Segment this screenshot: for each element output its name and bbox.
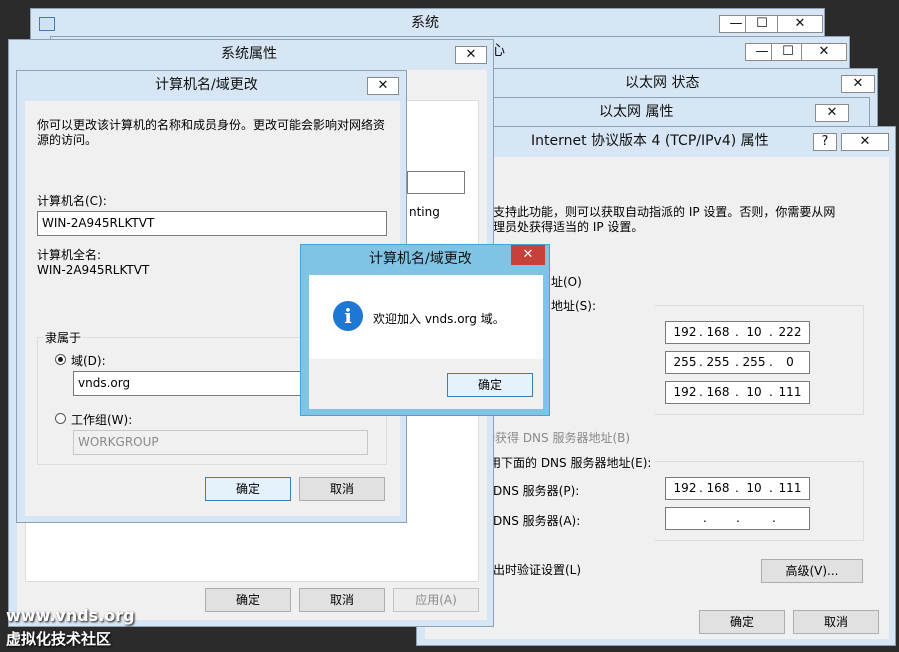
watermark-url: www.vnds.org	[6, 606, 135, 625]
full-name-value: WIN-2A945RLKTVT	[37, 263, 150, 277]
ethernet-status-close-button[interactable]: ✕	[841, 75, 875, 93]
validate-on-exit-checkbox[interactable]: 出时验证设置(L)	[493, 561, 581, 578]
subnet-mask-field[interactable]: 255. 255. 255. 0	[665, 351, 810, 374]
ethernet-properties-close-button[interactable]: ✕	[815, 104, 849, 122]
ipv4-help-button[interactable]: ?	[813, 133, 837, 151]
welcome-close-button[interactable]: ✕	[511, 245, 545, 265]
subnet-mask-octet-2: 255	[706, 355, 730, 369]
ipv4-title: Internet 协议版本 4 (TCP/IPv4) 属性	[531, 133, 769, 149]
preferred-dns-octet-4: 111	[778, 481, 802, 495]
system-properties-apply-button[interactable]: 应用(A)	[393, 588, 479, 612]
ip-address-octet-4: 222	[778, 325, 802, 339]
computer-name-desc-line2: 源的访问。	[37, 133, 98, 147]
domain-label: 域(D):	[71, 354, 106, 368]
welcome-ok-button[interactable]: 确定	[447, 373, 533, 397]
preferred-dns-octet-3: 10	[746, 481, 762, 495]
use-ip-option[interactable]: 地址(S):	[551, 297, 596, 314]
system-maximize-button[interactable]: ☐	[745, 15, 779, 33]
system-properties-title: 系统属性	[221, 46, 277, 62]
info-icon: i	[333, 301, 363, 331]
welcome-dialog-title: 计算机名/域更改	[369, 251, 472, 267]
system-properties-close-button[interactable]: ✕	[455, 46, 487, 64]
subnet-mask-octet-1: 255	[673, 355, 697, 369]
ip-address-octet-3: 10	[746, 325, 762, 339]
system-properties-ok-button[interactable]: 确定	[205, 588, 291, 612]
workgroup-label: 工作组(W):	[71, 413, 133, 427]
auto-dns-option[interactable]: 动获得 DNS 服务器地址(B)	[483, 429, 630, 446]
ethernet-status-title: 以太网 状态	[625, 75, 700, 91]
network-center-maximize-button[interactable]: ☐	[771, 43, 805, 61]
subnet-mask-octet-4: 0	[786, 355, 794, 369]
system-close-button[interactable]: ✕	[777, 15, 823, 33]
preferred-dns-octet-1: 192	[673, 481, 697, 495]
preferred-dns-label: DNS 服务器(P):	[493, 484, 580, 498]
system-properties-partial-text: nting	[409, 205, 440, 219]
computer-name-label: 计算机名(C):	[37, 194, 107, 208]
computer-name-cancel-button[interactable]: 取消	[299, 477, 385, 501]
system-window-title: 系统	[411, 15, 439, 31]
ipv4-cancel-button[interactable]: 取消	[793, 610, 879, 634]
ipv4-desc-line2: 理员处获得适当的 IP 设置。	[493, 220, 644, 234]
gateway-octet-2: 168	[706, 385, 730, 399]
preferred-dns-octet-2: 168	[706, 481, 730, 495]
ipv4-close-button[interactable]: ✕	[841, 133, 889, 151]
auto-ip-option[interactable]: 址(O)	[551, 273, 582, 290]
advanced-button[interactable]: 高级(V)...	[761, 559, 863, 583]
subnet-mask-octet-3: 255	[742, 355, 766, 369]
workgroup-radio[interactable]	[55, 413, 66, 424]
preferred-dns-field[interactable]: 192. 168. 10. 111	[665, 477, 810, 500]
ip-address-field[interactable]: 192. 168. 10. 222	[665, 321, 810, 344]
computer-name-close-button[interactable]: ✕	[367, 77, 399, 95]
welcome-message: 欢迎加入 vnds.org 域。	[373, 312, 505, 326]
welcome-client: i 欢迎加入 vnds.org 域。 确定	[309, 275, 543, 409]
workgroup-input[interactable]: WORKGROUP	[73, 430, 368, 455]
gateway-octet-3: 10	[746, 385, 762, 399]
member-of-label: 隶属于	[43, 329, 84, 346]
gateway-octet-1: 192	[673, 385, 697, 399]
alternate-dns-field[interactable]: . . .	[665, 507, 810, 530]
ip-address-octet-2: 168	[706, 325, 730, 339]
computer-name-ok-button[interactable]: 确定	[205, 477, 291, 501]
system-window-icon	[39, 17, 55, 31]
computer-name-input[interactable]: WIN-2A945RLKTVT	[37, 211, 387, 236]
full-name-label: 计算机全名:	[37, 248, 102, 262]
domain-radio[interactable]	[55, 354, 66, 365]
alternate-dns-label: DNS 服务器(A):	[493, 514, 581, 528]
ethernet-properties-title: 以太网 属性	[599, 104, 674, 120]
gateway-field[interactable]: 192. 168. 10. 111	[665, 381, 810, 404]
system-properties-description-field[interactable]	[407, 171, 465, 194]
network-center-close-button[interactable]: ✕	[801, 43, 847, 61]
welcome-dialog: 计算机名/域更改 ✕ i 欢迎加入 vnds.org 域。 确定	[300, 244, 550, 416]
watermark-community: 虚拟化技术社区	[6, 630, 112, 648]
computer-name-title: 计算机名/域更改	[155, 77, 258, 93]
ip-address-octet-1: 192	[673, 325, 697, 339]
gateway-octet-4: 111	[778, 385, 802, 399]
ipv4-ok-button[interactable]: 确定	[699, 610, 785, 634]
use-dns-option[interactable]: 用下面的 DNS 服务器地址(E):	[489, 454, 651, 471]
system-properties-cancel-button[interactable]: 取消	[299, 588, 385, 612]
